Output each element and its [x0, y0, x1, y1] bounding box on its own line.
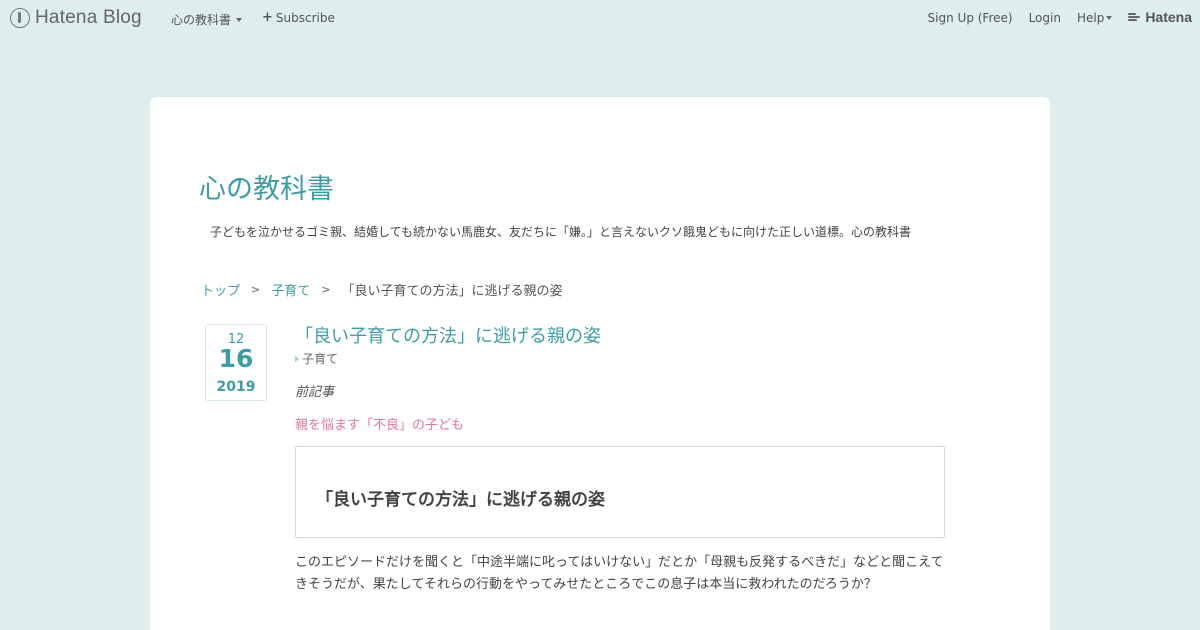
embedded-heading: 「良い子育ての方法」に逃げる親の姿 — [316, 490, 605, 510]
hatena-blog-logo-text: Hatena Blog — [35, 7, 142, 28]
breadcrumb-separator: > — [251, 283, 261, 296]
global-header-right: Sign Up (Free) Login Help Hatena — [912, 9, 1192, 25]
caret-down-icon — [236, 17, 243, 22]
plus-icon: + — [262, 10, 273, 25]
signup-link[interactable]: Sign Up (Free) — [928, 11, 1013, 25]
global-header: Hatena Blog 心の教科書 + Subscribe Sign Up (F… — [0, 0, 1200, 36]
entry-category-label: 子育て — [302, 352, 339, 366]
breadcrumb: トップ > 子育て > 「良い子育ての方法」に逃げる親の姿 — [201, 280, 562, 299]
entry-body-paragraph: このエピソードだけを聞くと「中途半端に叱ってはいけない」だとか「母親も反発するべ… — [295, 555, 944, 592]
breadcrumb-category-link[interactable]: 子育て — [271, 280, 310, 299]
blog-title[interactable]: 心の教科書 — [199, 167, 334, 206]
embedded-heading-box: 「良い子育ての方法」に逃げる親の姿 — [295, 446, 945, 538]
hatena-logo-text: Hatena — [1145, 9, 1192, 25]
breadcrumb-top-link[interactable]: トップ — [201, 280, 240, 299]
previous-article-label: 前記事 — [295, 385, 335, 400]
entry-category-link[interactable]: 子育て — [295, 350, 338, 367]
entry-date-day: 16 — [218, 344, 254, 373]
caret-down-icon — [1106, 16, 1113, 20]
breadcrumb-current: 「良い子育ての方法」に逃げる親の姿 — [341, 284, 563, 299]
hatena-blog-logo-icon — [10, 8, 30, 28]
blog-menu-label: 心の教科書 — [171, 13, 232, 27]
hatena-blog-logo[interactable]: Hatena Blog — [10, 7, 142, 29]
category-marker-icon — [295, 355, 299, 362]
content-card: 心の教科書 子どもを泣かせるゴミ親、結婚しても続かない馬鹿女、友だちに「嫌。」と… — [150, 97, 1050, 630]
help-menu-button[interactable]: Help — [1076, 11, 1113, 25]
blog-menu-button[interactable]: 心の教科書 — [171, 11, 243, 28]
help-label: Help — [1076, 11, 1105, 25]
hatena-logo-icon — [1128, 12, 1142, 22]
login-link[interactable]: Login — [1029, 11, 1061, 25]
entry-date-year: 2019 — [216, 379, 256, 395]
entry-title[interactable]: 「良い子育ての方法」に逃げる親の姿 — [295, 322, 601, 348]
subscribe-label: Subscribe — [275, 11, 335, 25]
subscribe-button[interactable]: + Subscribe — [262, 11, 335, 25]
breadcrumb-separator: > — [321, 283, 331, 296]
blog-description: 子どもを泣かせるゴミ親、結婚しても続かない馬鹿女、友だちに「嫌。」と言えないクソ… — [210, 225, 912, 239]
entry-date[interactable]: 12 16 2019 — [205, 324, 267, 401]
hatena-logo[interactable]: Hatena — [1128, 9, 1192, 25]
previous-article-link[interactable]: 親を悩ます「不良」の子ども — [295, 414, 464, 433]
